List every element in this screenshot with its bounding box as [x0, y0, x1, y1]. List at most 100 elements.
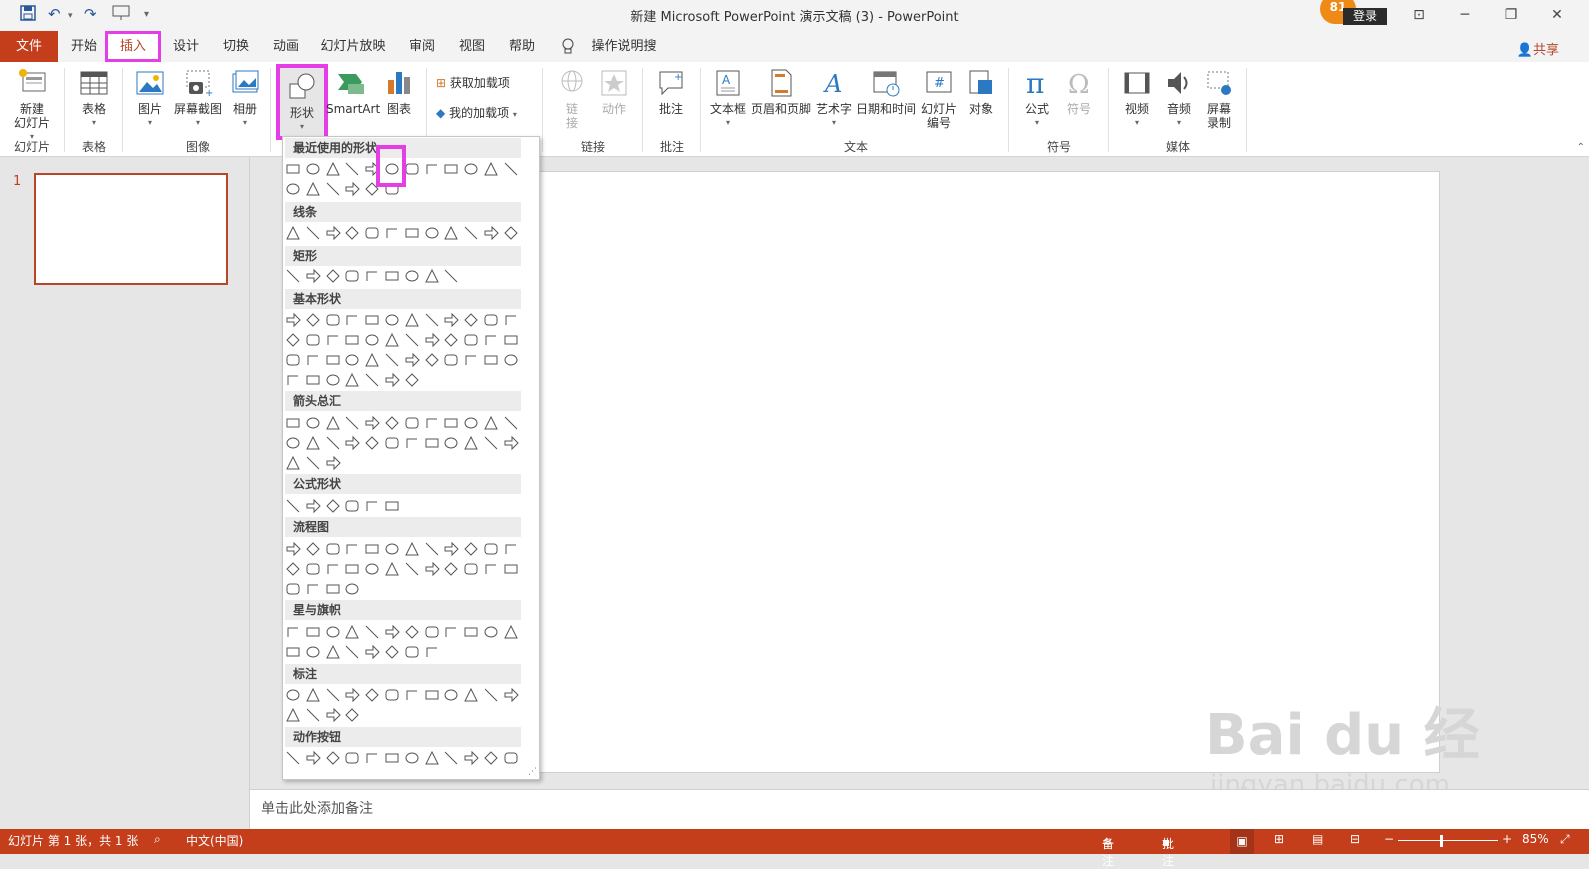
tab-review[interactable]: 审阅: [400, 31, 444, 62]
shape-item[interactable]: [325, 161, 341, 177]
shape-item[interactable]: [285, 561, 301, 577]
shape-item[interactable]: [325, 435, 341, 451]
reading-view-icon[interactable]: ▤: [1312, 832, 1323, 846]
shape-item[interactable]: [463, 687, 479, 703]
shape-item[interactable]: [344, 541, 360, 557]
slide-thumbnail[interactable]: [34, 173, 228, 285]
shape-item[interactable]: [285, 332, 301, 348]
action-button[interactable]: 动作: [596, 68, 632, 116]
shape-item[interactable]: [503, 352, 519, 368]
notes-pane[interactable]: 单击此处添加备注: [250, 789, 1589, 830]
redo-icon[interactable]: ↷: [84, 5, 97, 23]
shape-item[interactable]: [503, 161, 519, 177]
shape-item[interactable]: [503, 435, 519, 451]
shape-item[interactable]: [483, 750, 499, 766]
tab-insert[interactable]: 插入: [105, 31, 161, 62]
shape-item[interactable]: [285, 268, 301, 284]
shape-item[interactable]: [424, 332, 440, 348]
shape-item[interactable]: [443, 161, 459, 177]
shape-item[interactable]: [364, 268, 380, 284]
shape-item[interactable]: [404, 372, 420, 388]
picture-button[interactable]: 图片 ▾: [130, 68, 170, 130]
shape-item[interactable]: [404, 624, 420, 640]
shape-item[interactable]: [443, 561, 459, 577]
get-addins-button[interactable]: ⊞ 获取加载项: [436, 76, 536, 90]
shape-item[interactable]: [285, 372, 301, 388]
object-button[interactable]: 对象: [962, 68, 1000, 116]
shape-item[interactable]: [364, 225, 380, 241]
customize-qat-icon[interactable]: ▾: [144, 9, 149, 20]
shape-item[interactable]: [503, 225, 519, 241]
shape-item[interactable]: [503, 312, 519, 328]
shape-item[interactable]: [325, 415, 341, 431]
smartart-button[interactable]: SmartArt: [326, 68, 380, 116]
screen-record-button[interactable]: 屏幕 录制: [1200, 68, 1238, 130]
shape-item[interactable]: [305, 435, 321, 451]
shape-item[interactable]: [325, 332, 341, 348]
shape-item[interactable]: [325, 581, 341, 597]
tab-view[interactable]: 视图: [450, 31, 494, 62]
shape-item[interactable]: [325, 312, 341, 328]
shape-item[interactable]: [384, 225, 400, 241]
shape-item[interactable]: [424, 225, 440, 241]
shape-item[interactable]: [344, 181, 361, 197]
tell-me-search[interactable]: 操作说明搜索: [586, 31, 662, 85]
tab-transitions[interactable]: 切换: [214, 31, 258, 62]
language-status[interactable]: 中文(中国): [186, 832, 243, 849]
shape-item[interactable]: [344, 268, 360, 284]
shape-item[interactable]: [424, 624, 440, 640]
spellcheck-icon[interactable]: ⌕: [154, 832, 161, 847]
shape-item[interactable]: [325, 455, 341, 471]
shape-item[interactable]: [305, 332, 321, 348]
shape-item[interactable]: [463, 352, 479, 368]
shape-item[interactable]: [325, 561, 341, 577]
shape-item[interactable]: [384, 372, 400, 388]
shape-item[interactable]: [404, 435, 420, 451]
shape-item[interactable]: [325, 624, 341, 640]
shape-item[interactable]: [384, 687, 400, 703]
header-footer-button[interactable]: 页眉和页脚: [750, 68, 812, 116]
shape-item[interactable]: [285, 455, 301, 471]
shape-item[interactable]: [305, 687, 321, 703]
share-button[interactable]: 👤共享: [1517, 39, 1559, 58]
zoom-level[interactable]: 85%: [1522, 832, 1549, 846]
shape-item[interactable]: [483, 225, 499, 241]
shape-item[interactable]: [364, 352, 380, 368]
shape-item[interactable]: [483, 687, 499, 703]
shape-item[interactable]: [305, 581, 321, 597]
shape-item[interactable]: [305, 161, 321, 177]
resize-grip-icon[interactable]: ⋰: [528, 767, 537, 777]
shape-item[interactable]: [285, 225, 301, 241]
shape-item[interactable]: [325, 372, 341, 388]
shape-item[interactable]: [325, 687, 341, 703]
album-button[interactable]: 相册 ▾: [226, 68, 264, 130]
shape-item[interactable]: [404, 268, 420, 284]
shape-item[interactable]: [325, 268, 341, 284]
shape-item[interactable]: [424, 687, 440, 703]
shape-item[interactable]: [443, 624, 459, 640]
shape-item[interactable]: [344, 352, 360, 368]
shape-item[interactable]: [503, 415, 519, 431]
shape-item[interactable]: [305, 455, 321, 471]
close-icon[interactable]: ✕: [1534, 2, 1580, 28]
shape-item[interactable]: [364, 498, 380, 514]
shape-item[interactable]: [285, 161, 301, 177]
shape-item[interactable]: [443, 750, 459, 766]
shape-item[interactable]: [424, 352, 440, 368]
shape-item[interactable]: [404, 750, 420, 766]
normal-view-icon[interactable]: ▣: [1230, 829, 1254, 854]
new-slide-button[interactable]: 新建 幻灯片 ▾: [8, 68, 56, 144]
shape-item[interactable]: [443, 541, 460, 557]
shape-item[interactable]: [503, 541, 519, 557]
shape-item[interactable]: [305, 707, 321, 723]
shape-item[interactable]: [463, 624, 479, 640]
restore-icon[interactable]: ❐: [1488, 2, 1534, 28]
shape-item[interactable]: [404, 332, 420, 348]
shape-item[interactable]: [285, 541, 301, 557]
shape-item[interactable]: [404, 644, 420, 660]
shape-item[interactable]: [483, 435, 499, 451]
shape-item[interactable]: [384, 352, 400, 368]
shape-item[interactable]: [285, 312, 301, 328]
shape-item[interactable]: [305, 750, 321, 766]
shape-item[interactable]: [503, 687, 519, 703]
